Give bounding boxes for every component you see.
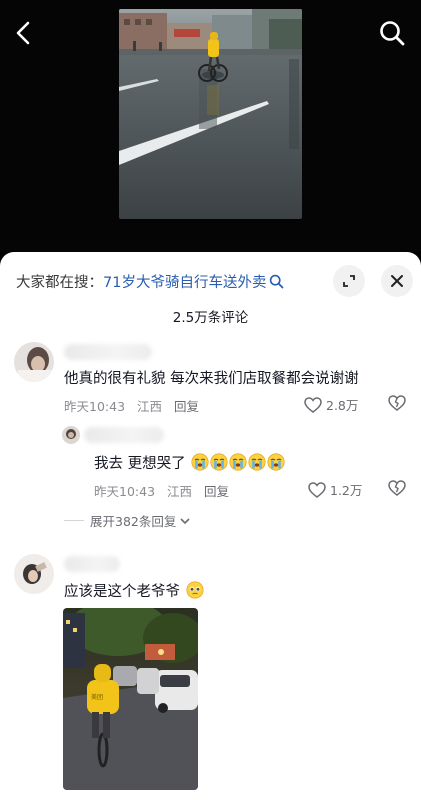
close-icon (391, 275, 403, 287)
comment-location: 江西 (137, 399, 163, 414)
search-suggestion-prefix: 大家都在搜： (16, 275, 103, 291)
comment-time: 昨天10:43 (94, 484, 156, 499)
search-icon (270, 274, 284, 289)
like-count: 1.2万 (330, 483, 363, 498)
crying-face-emoji (191, 453, 209, 471)
comments-panel: 大家都在搜：71岁大爷骑自行车送外卖 2.5万条评论 他真的很有礼貌 每次来我们… (0, 252, 421, 800)
avatar[interactable] (14, 342, 54, 382)
username-blurred[interactable] (84, 427, 164, 443)
svg-text:美团: 美团 (91, 693, 103, 701)
expand-replies-label: 展开382条回复 (90, 514, 177, 529)
comment-attached-image[interactable]: 美团 (63, 608, 198, 790)
reply-text-content: 我去 更想哭了 (94, 456, 186, 472)
username-blurred[interactable] (64, 344, 152, 360)
rainy-street-image (119, 9, 302, 219)
user-avatar-image (14, 342, 54, 382)
night-street-photo: 美团 (63, 608, 198, 790)
chevron-left-icon (16, 21, 30, 45)
crying-face-emoji (248, 453, 266, 471)
pleading-face-emoji (186, 581, 204, 599)
username-blurred[interactable] (64, 556, 120, 572)
reply-button[interactable]: 回复 (204, 484, 229, 499)
heart-icon (308, 481, 326, 498)
expand-replies-button[interactable]: 展开382条回复 (64, 511, 191, 530)
user-avatar-image (14, 554, 54, 594)
video-thumbnail[interactable] (119, 9, 302, 219)
reply-button[interactable]: 回复 (174, 399, 199, 414)
comment-text: 应该是这个老爷爷 (64, 580, 204, 601)
user-avatar-image (62, 426, 80, 444)
back-button[interactable] (12, 18, 36, 48)
dislike-button[interactable] (388, 395, 406, 415)
avatar[interactable] (14, 554, 54, 594)
reply-text: 我去 更想哭了 (94, 452, 285, 473)
heart-icon (304, 396, 322, 413)
comment-location: 江西 (167, 484, 193, 499)
broken-heart-icon (388, 480, 406, 496)
dislike-button[interactable] (388, 480, 406, 500)
comment-count: 2.5万条评论 (172, 310, 249, 326)
close-button[interactable] (381, 265, 413, 297)
crying-face-emoji (229, 453, 247, 471)
crying-emojis (190, 453, 285, 472)
search-icon (380, 21, 405, 46)
expand-panel-button[interactable] (333, 265, 365, 297)
avatar[interactable] (62, 426, 80, 444)
comment-meta: 昨天10:43 江西 回复 (64, 396, 211, 415)
search-suggestion-query[interactable]: 71岁大爷骑自行车送外卖 (103, 275, 266, 291)
comment-text-content: 应该是这个老爷爷 (64, 584, 180, 600)
search-button[interactable] (377, 18, 407, 48)
like-button[interactable]: 2.8万 (304, 395, 358, 414)
crying-face-emoji (267, 453, 285, 471)
chevron-down-icon (180, 517, 190, 524)
like-button[interactable]: 1.2万 (308, 480, 362, 499)
comment-time: 昨天10:43 (64, 399, 126, 414)
search-suggestion[interactable]: 大家都在搜：71岁大爷骑自行车送外卖 (16, 271, 284, 292)
comment-meta: 昨天10:43 江西 回复 (94, 481, 241, 500)
divider-line (64, 520, 84, 521)
comment-text: 他真的很有礼貌 每次来我们店取餐都会说谢谢 (64, 371, 359, 387)
broken-heart-icon (388, 395, 406, 411)
expand-icon (343, 275, 355, 287)
crying-face-emoji (210, 453, 228, 471)
video-area (0, 0, 421, 252)
like-count: 2.8万 (326, 398, 359, 413)
